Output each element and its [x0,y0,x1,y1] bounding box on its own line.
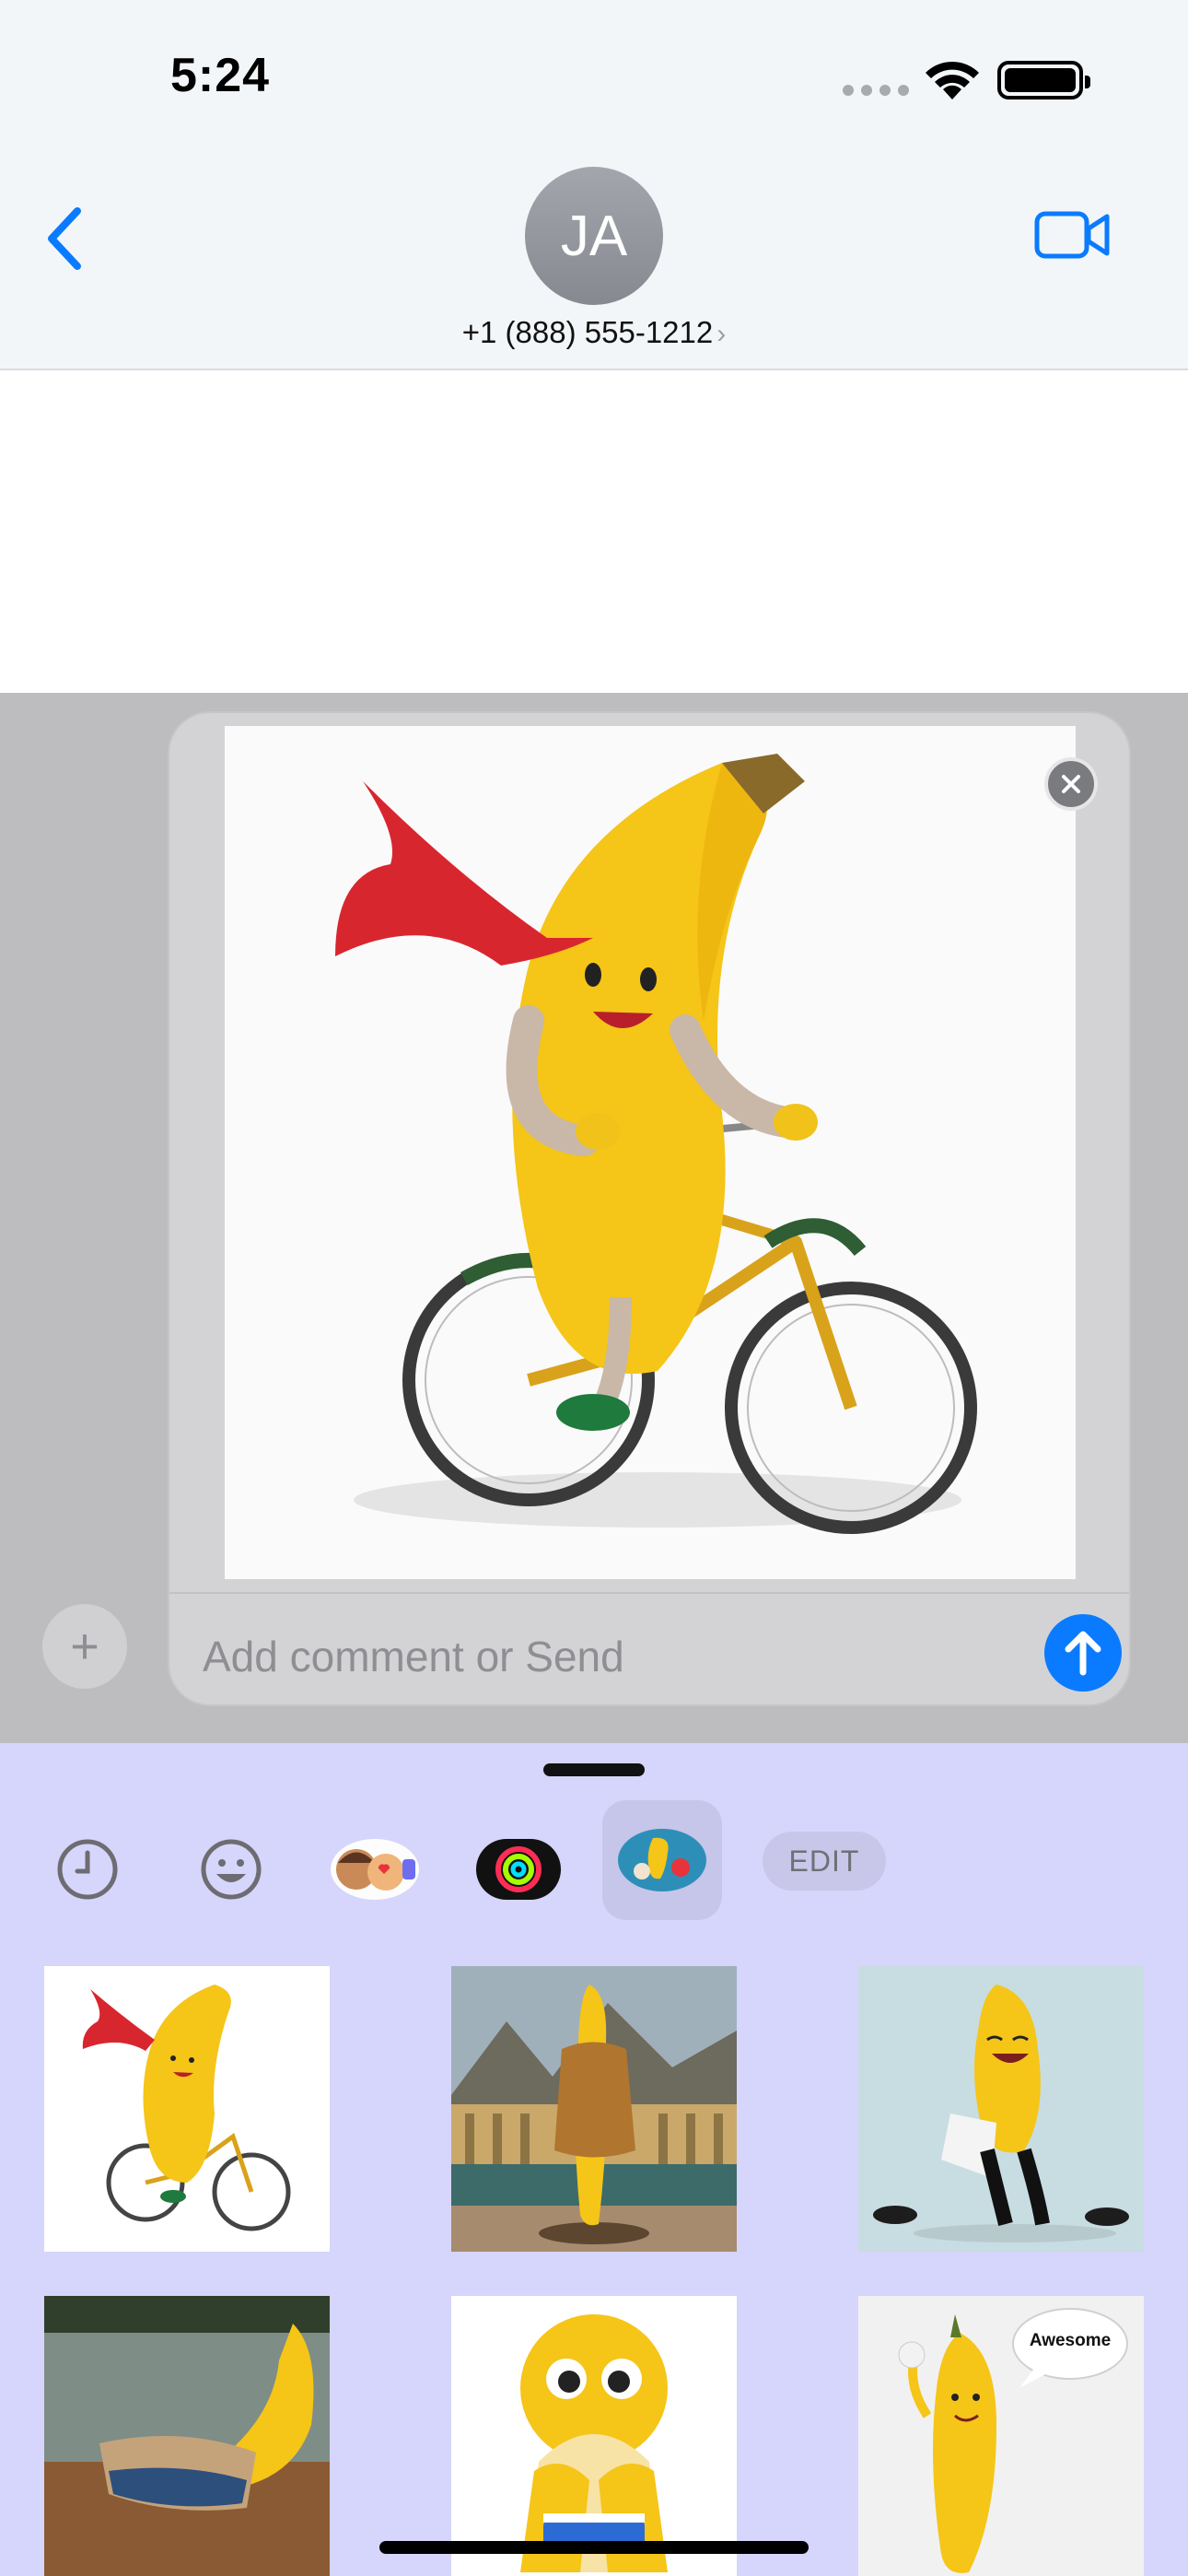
home-indicator[interactable] [379,2541,809,2554]
sticker-banana-bicycle[interactable] [44,1966,330,2252]
back-button[interactable] [37,199,92,278]
edit-button[interactable]: EDIT [763,1832,886,1891]
sticker-banana-palace[interactable] [451,1966,737,2252]
video-camera-icon [1034,211,1110,259]
message-input[interactable] [203,1629,995,1684]
banana-sticker-pack-icon[interactable] [602,1800,722,1920]
sticker-banana-cartoon[interactable] [451,2296,737,2576]
battery-icon [997,61,1090,100]
plus-icon: + [70,1619,99,1674]
avatar-initials: JA [560,204,628,268]
chevron-left-icon [48,207,81,270]
compose-divider [169,1592,1129,1594]
contact-name-button[interactable]: +1 (888) 555-1212 › [0,315,1188,350]
memoji-stickers-icon[interactable] [315,1809,435,1929]
contact-number: +1 (888) 555-1212 [461,315,714,349]
send-button[interactable] [1044,1614,1122,1692]
wifi-icon [926,61,979,100]
cellular-signal-icon [843,85,909,96]
chevron-right-icon: › [716,319,727,349]
speech-bubble-text: Awesome [1029,2331,1112,2350]
emoji-smiley-icon[interactable] [171,1809,291,1929]
arrow-up-icon [1065,1631,1101,1676]
sticker-banana-laughing[interactable] [858,1966,1144,2252]
sticker-banana-lake[interactable] [44,2296,330,2576]
conversation-header: 5:24 JA +1 (888) 555-1212 › [0,0,1188,370]
remove-preview-button[interactable] [1044,757,1098,811]
message-compose-box [168,711,1131,1706]
activity-rings-icon[interactable] [459,1809,578,1929]
sticker-preview[interactable] [225,726,1098,1579]
contact-avatar[interactable]: JA [525,167,663,305]
drawer-grabber[interactable] [543,1763,645,1776]
banana-bicycle-image [335,754,977,1534]
sticker-drawer: Awesome [0,1743,1188,2576]
sticker-banana-awesome[interactable]: Awesome [858,2296,1144,2576]
add-attachment-button[interactable]: + [42,1604,127,1689]
recents-clock-icon[interactable] [28,1809,147,1929]
status-time: 5:24 [170,49,271,102]
facetime-video-button[interactable] [1033,206,1112,263]
close-icon [1062,775,1080,793]
